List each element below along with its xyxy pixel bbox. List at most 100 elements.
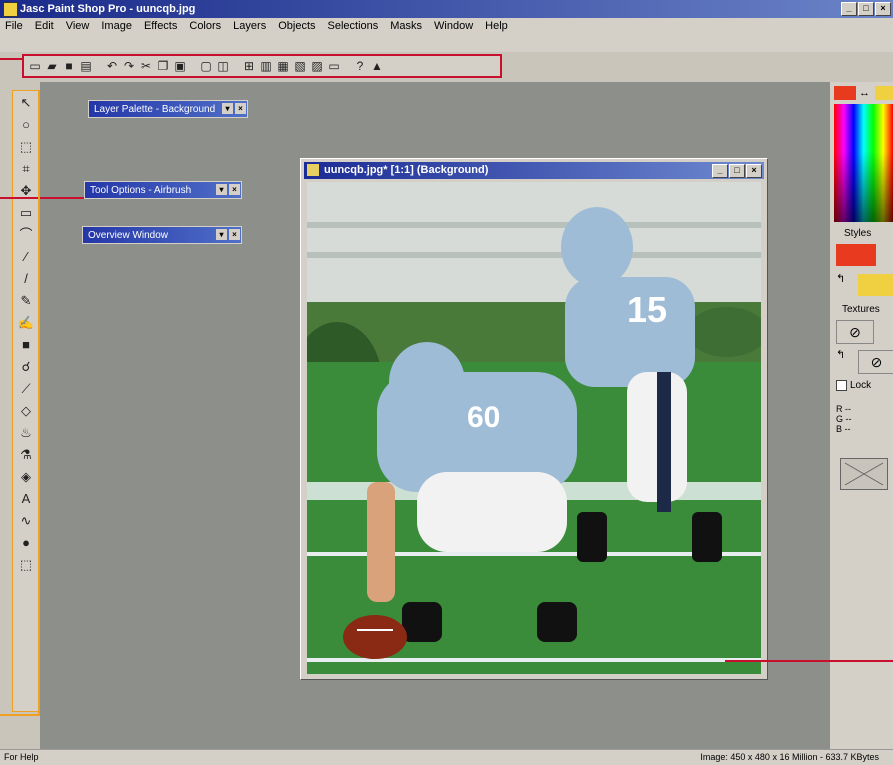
draw-icon[interactable]: ∿ [16, 511, 36, 531]
menu-layers[interactable]: Layers [232, 20, 267, 32]
magic-wand-icon[interactable]: ⁄ [16, 247, 36, 267]
image-minimize-button[interactable]: _ [712, 164, 728, 178]
palette-collapse-icon[interactable]: ▾ [216, 184, 227, 195]
lock-icon[interactable]: ▲ [370, 59, 384, 73]
color-picker[interactable] [834, 104, 893, 222]
menu-edit[interactable]: Edit [34, 20, 55, 32]
copy-icon[interactable]: ❐ [156, 59, 170, 73]
swap-textures-icon[interactable]: ↰ [836, 348, 845, 361]
layer-palette-bar[interactable]: Layer Palette - Background ▾ × [88, 100, 248, 118]
layer-icon[interactable]: ▨ [310, 59, 324, 73]
color-palette-panel: ↔ Styles ↰ Textures ⊘ ↰ ⊘ Lock R -- G --… [830, 82, 893, 749]
title-bar: Jasc Paint Shop Pro - uuncqb.jpg _ □ × [0, 0, 893, 18]
selection-icon[interactable]: ▭ [16, 203, 36, 223]
palette-collapse-icon[interactable]: ▾ [216, 229, 227, 240]
dropper-icon[interactable]: / [16, 269, 36, 289]
help-icon[interactable]: ? [353, 59, 367, 73]
background-swatch[interactable] [875, 86, 893, 100]
no-texture-foreground-icon[interactable]: ⊘ [836, 320, 874, 344]
full-screen-icon[interactable]: ◫ [216, 59, 230, 73]
menu-file[interactable]: File [4, 20, 24, 32]
flood-fill-icon[interactable]: ◈ [16, 467, 36, 487]
clone-icon[interactable]: ✍ [16, 313, 36, 333]
image-window-titlebar[interactable]: uuncqb.jpg* [1:1] (Background) _ □ × [304, 162, 764, 179]
redo-icon[interactable]: ↷ [122, 59, 136, 73]
swap-styles-icon[interactable]: ↰ [836, 272, 845, 285]
canvas-photo[interactable]: 15 60 [307, 182, 761, 674]
image-close-button[interactable]: × [746, 164, 762, 178]
lock-checkbox-box[interactable] [836, 380, 847, 391]
crop-icon[interactable]: ⌗ [16, 159, 36, 179]
print-icon[interactable]: ▤ [79, 59, 93, 73]
menu-objects[interactable]: Objects [277, 20, 316, 32]
arrow-icon[interactable]: ↖ [16, 93, 36, 113]
image-window-title: uuncqb.jpg* [1:1] (Background) [324, 164, 489, 176]
palette-collapse-icon[interactable]: ▾ [222, 103, 233, 114]
layer-palette-label: Layer Palette - Background [94, 104, 216, 115]
palette-close-icon[interactable]: × [229, 184, 240, 195]
image-window[interactable]: uuncqb.jpg* [1:1] (Background) _ □ × 15 … [300, 158, 768, 680]
minimize-button[interactable]: _ [841, 2, 857, 16]
callout-line [725, 660, 893, 662]
palette-close-icon[interactable]: × [235, 103, 246, 114]
retouch-icon[interactable]: ☌ [16, 357, 36, 377]
status-image-info: Image: 450 x 480 x 16 Million - 633.7 KB… [700, 752, 879, 762]
swap-icon[interactable]: ↔ [859, 86, 873, 100]
save-icon[interactable]: ■ [62, 59, 76, 73]
tool-options-bar[interactable]: Tool Options - Airbrush ▾ × [84, 181, 242, 199]
preset-shapes-icon[interactable]: ● [16, 533, 36, 553]
empty-preview-icon [844, 462, 884, 486]
jersey-number-60: 60 [467, 401, 500, 434]
menu-colors[interactable]: Colors [188, 20, 222, 32]
cut-icon[interactable]: ✂ [139, 59, 153, 73]
red-value: R -- [836, 404, 851, 414]
menu-window[interactable]: Window [433, 20, 474, 32]
football-photo: 15 60 [307, 182, 761, 674]
color-replacer-icon[interactable]: ■ [16, 335, 36, 355]
zoom-icon[interactable]: ○ [16, 115, 36, 135]
tool-options-label: Tool Options - Airbrush [90, 185, 192, 196]
text-icon[interactable]: A [16, 489, 36, 509]
paintbrush-icon[interactable]: ✎ [16, 291, 36, 311]
overview-window-label: Overview Window [88, 230, 169, 241]
foreground-swatch[interactable] [834, 86, 856, 100]
open-icon[interactable]: ▰ [45, 59, 59, 73]
menu-masks[interactable]: Masks [389, 20, 423, 32]
main-toolbar: ▭ ▰ ■ ▤ ↶ ↷ ✂ ❐ ▣ ▢ ◫ ⊞ ▥ ▦ ▧ ▨ ▭ ? ▲ [22, 54, 502, 78]
palette-close-icon[interactable]: × [229, 229, 240, 240]
color-palette-icon[interactable]: ▦ [276, 59, 290, 73]
image-maximize-button[interactable]: □ [729, 164, 745, 178]
green-value: G -- [836, 414, 852, 424]
overview-icon[interactable]: ▧ [293, 59, 307, 73]
airbrush-icon[interactable]: ⚗ [16, 445, 36, 465]
object-selector-icon[interactable]: ⬚ [16, 555, 36, 575]
eraser-icon[interactable]: ◇ [16, 401, 36, 421]
picture-tube-icon[interactable]: ♨ [16, 423, 36, 443]
freehand-icon[interactable]: ⌒ [16, 225, 36, 245]
new-icon[interactable]: ▭ [28, 59, 42, 73]
histogram-icon[interactable]: ▥ [259, 59, 273, 73]
styles-background-button[interactable] [858, 274, 893, 296]
menu-view[interactable]: View [65, 20, 91, 32]
menu-effects[interactable]: Effects [143, 20, 178, 32]
tool-options-icon[interactable]: ▭ [327, 59, 341, 73]
callout-line [0, 197, 84, 199]
close-button[interactable]: × [875, 2, 891, 16]
menu-image[interactable]: Image [100, 20, 133, 32]
app-icon[interactable] [3, 2, 18, 17]
no-texture-background-icon[interactable]: ⊘ [858, 350, 893, 374]
undo-icon[interactable]: ↶ [105, 59, 119, 73]
overview-window-bar[interactable]: Overview Window ▾ × [82, 226, 242, 244]
menu-help[interactable]: Help [484, 20, 509, 32]
window-title: Jasc Paint Shop Pro - uuncqb.jpg [20, 3, 196, 15]
maximize-button[interactable]: □ [858, 2, 874, 16]
browse-icon[interactable]: ▢ [199, 59, 213, 73]
grid-icon[interactable]: ⊞ [242, 59, 256, 73]
menu-selections[interactable]: Selections [327, 20, 380, 32]
deformation-icon[interactable]: ⬚ [16, 137, 36, 157]
lock-checkbox[interactable]: Lock [836, 380, 871, 391]
callout-line [0, 58, 22, 60]
scratch-remover-icon[interactable]: ⟋ [16, 379, 36, 399]
styles-foreground-button[interactable] [836, 244, 876, 266]
paste-icon[interactable]: ▣ [173, 59, 187, 73]
